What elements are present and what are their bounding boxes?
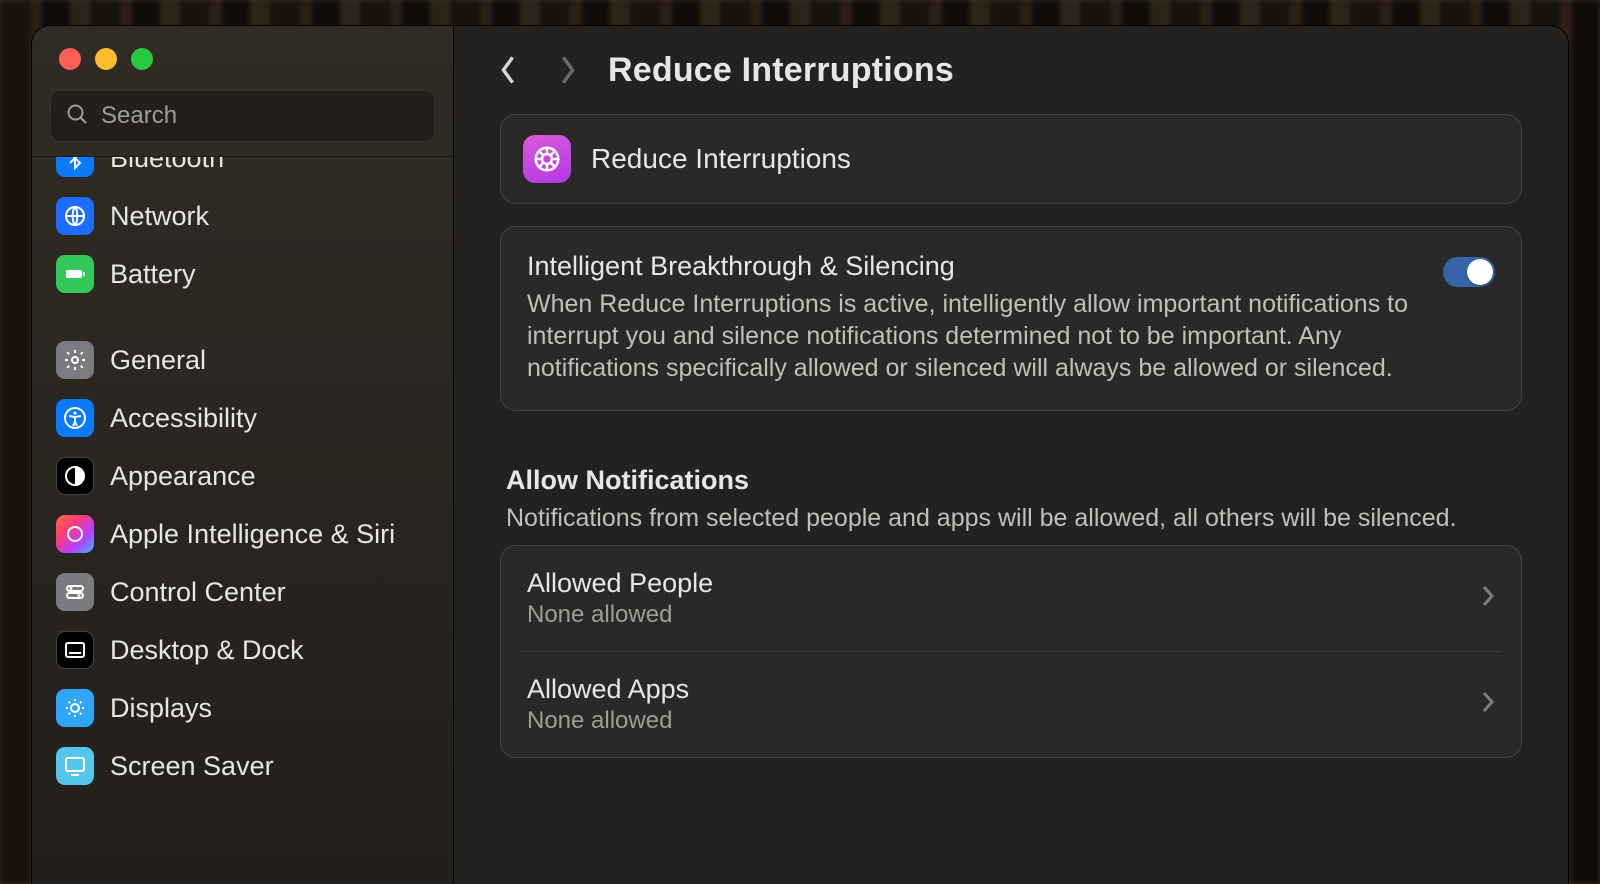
row-title: Allowed Apps bbox=[527, 674, 1463, 705]
displays-icon bbox=[56, 689, 94, 727]
search-icon bbox=[65, 102, 89, 131]
focus-row: Reduce Interruptions bbox=[501, 115, 1521, 203]
desktop-dock-icon bbox=[56, 631, 94, 669]
appearance-icon bbox=[56, 457, 94, 495]
section-description: Notifications from selected people and a… bbox=[506, 502, 1516, 535]
sidebar-item-label: Appearance bbox=[110, 461, 256, 492]
globe-icon bbox=[56, 197, 94, 235]
toggle-description: When Reduce Interruptions is active, int… bbox=[527, 288, 1423, 384]
reduce-interruptions-icon bbox=[523, 135, 571, 183]
intelligent-breakthrough-toggle[interactable] bbox=[1443, 257, 1495, 287]
sidebar-item-desktop-dock[interactable]: Desktop & Dock bbox=[46, 623, 439, 677]
intelligent-breakthrough-card: Intelligent Breakthrough & Silencing Whe… bbox=[500, 226, 1522, 411]
focus-name: Reduce Interruptions bbox=[591, 143, 851, 175]
page-title: Reduce Interruptions bbox=[608, 51, 954, 90]
screen-saver-icon bbox=[56, 747, 94, 785]
minimize-window-button[interactable] bbox=[95, 48, 117, 70]
sidebar-item-label: Battery bbox=[110, 259, 196, 290]
row-subtitle: None allowed bbox=[527, 601, 1463, 629]
sidebar-list[interactable]: Bluetooth Network Battery bbox=[32, 156, 453, 884]
sidebar-item-label: Bluetooth bbox=[110, 156, 224, 174]
sidebar-item-battery[interactable]: Battery bbox=[46, 247, 439, 301]
sidebar-item-label: Accessibility bbox=[110, 403, 257, 434]
allow-notifications-header: Allow Notifications Notifications from s… bbox=[500, 433, 1522, 545]
bluetooth-icon bbox=[56, 156, 94, 177]
chevron-right-icon bbox=[1481, 584, 1495, 613]
sidebar-item-accessibility[interactable]: Accessibility bbox=[46, 391, 439, 445]
section-title: Allow Notifications bbox=[506, 465, 1516, 496]
sidebar-item-network[interactable]: Network bbox=[46, 189, 439, 243]
chevron-right-icon bbox=[1481, 690, 1495, 719]
search-input[interactable] bbox=[99, 101, 420, 131]
panel-content: Reduce Interruptions Intelligent Breakth… bbox=[454, 110, 1568, 884]
sidebar-item-label: Desktop & Dock bbox=[110, 635, 304, 666]
toggle-knob bbox=[1467, 259, 1493, 285]
toggle-title: Intelligent Breakthrough & Silencing bbox=[527, 251, 1423, 282]
allowed-people-row[interactable]: Allowed People None allowed bbox=[501, 546, 1521, 651]
sidebar-item-label: Displays bbox=[110, 693, 212, 724]
sidebar-item-bluetooth[interactable]: Bluetooth bbox=[46, 156, 439, 185]
search-field[interactable] bbox=[50, 90, 435, 142]
sidebar: Bluetooth Network Battery bbox=[32, 26, 454, 884]
battery-icon bbox=[56, 255, 94, 293]
sidebar-item-label: Apple Intelligence & Siri bbox=[110, 519, 395, 550]
accessibility-icon bbox=[56, 399, 94, 437]
sidebar-item-screen-saver[interactable]: Screen Saver bbox=[46, 739, 439, 793]
window-controls bbox=[32, 26, 453, 78]
zoom-window-button[interactable] bbox=[131, 48, 153, 70]
settings-window: Bluetooth Network Battery bbox=[32, 26, 1568, 884]
focus-card: Reduce Interruptions bbox=[500, 114, 1522, 204]
allow-list-card: Allowed People None allowed Allowed Apps… bbox=[500, 545, 1522, 758]
back-button[interactable] bbox=[488, 50, 528, 90]
sidebar-item-label: Control Center bbox=[110, 577, 286, 608]
sidebar-item-control-center[interactable]: Control Center bbox=[46, 565, 439, 619]
panel-header: Reduce Interruptions bbox=[454, 26, 1568, 110]
gear-icon bbox=[56, 341, 94, 379]
row-subtitle: None allowed bbox=[527, 707, 1463, 735]
row-title: Allowed People bbox=[527, 568, 1463, 599]
sidebar-item-label: Screen Saver bbox=[110, 751, 274, 782]
allowed-apps-row[interactable]: Allowed Apps None allowed bbox=[521, 651, 1501, 757]
sidebar-item-label: Network bbox=[110, 201, 209, 232]
sidebar-item-displays[interactable]: Displays bbox=[46, 681, 439, 735]
sidebar-item-general[interactable]: General bbox=[46, 333, 439, 387]
close-window-button[interactable] bbox=[59, 48, 81, 70]
sidebar-item-appearance[interactable]: Appearance bbox=[46, 449, 439, 503]
sidebar-item-apple-intelligence-siri[interactable]: Apple Intelligence & Siri bbox=[46, 507, 439, 561]
main-panel: Reduce Interruptions Reduce Interruption… bbox=[454, 26, 1568, 884]
sidebar-item-label: General bbox=[110, 345, 206, 376]
siri-icon bbox=[56, 515, 94, 553]
forward-button[interactable] bbox=[548, 50, 588, 90]
control-center-icon bbox=[56, 573, 94, 611]
